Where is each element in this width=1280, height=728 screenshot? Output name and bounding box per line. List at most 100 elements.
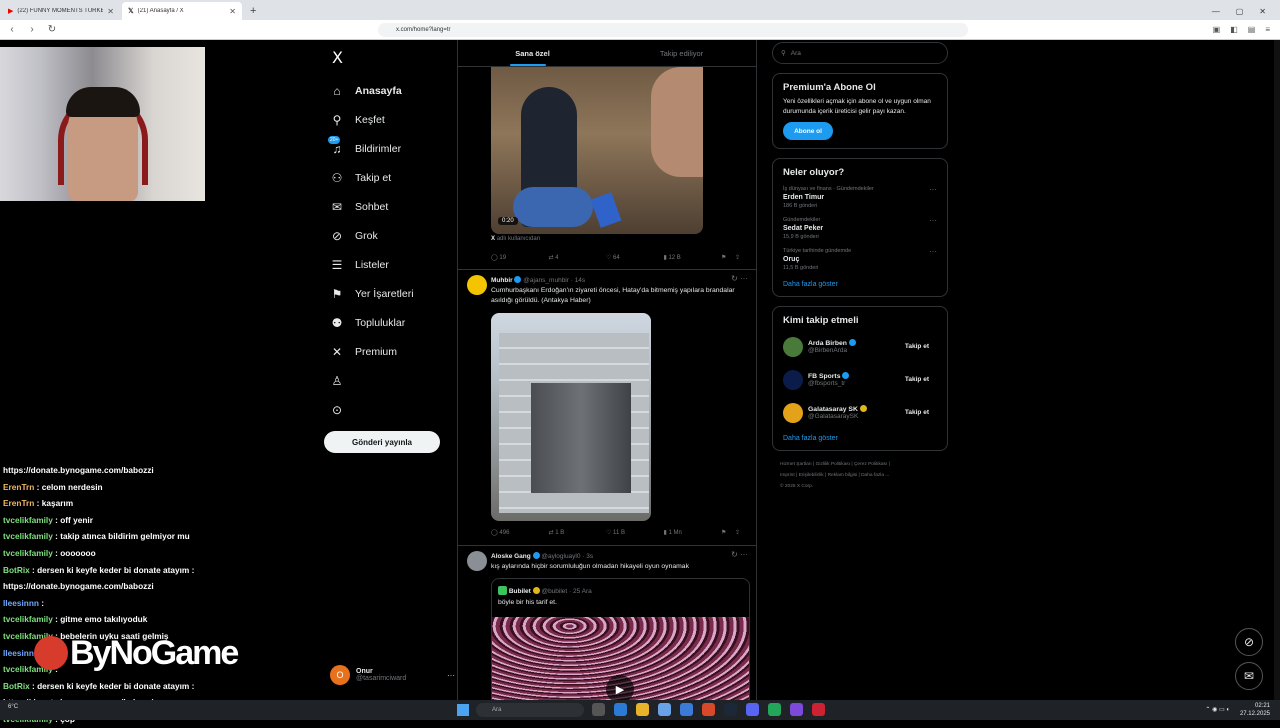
chat-username[interactable]: BotRix — [3, 681, 30, 691]
more-dots-icon[interactable]: ··· — [929, 247, 937, 256]
share-icon[interactable]: ⇪ — [735, 529, 749, 536]
folder-icon[interactable] — [636, 703, 649, 716]
back-icon[interactable]: ‹ — [4, 24, 20, 35]
footer-link[interactable]: Gizlilik Politikası — [816, 462, 850, 467]
sidebar-icon[interactable]: ◧ — [1230, 25, 1238, 34]
chat-username[interactable]: tvcelikfamily — [3, 531, 53, 541]
task-view-icon[interactable] — [592, 703, 605, 716]
tray-icons[interactable]: ⌃ ◉ ▭ ◐ — [1205, 706, 1230, 714]
grok-icon[interactable]: ⊘ — [1235, 628, 1263, 656]
app-icon[interactable] — [790, 703, 803, 716]
tab-following[interactable]: Takip ediliyor — [607, 40, 756, 66]
x-logo[interactable]: X — [332, 48, 456, 76]
search-input[interactable]: ⚲ Ara — [772, 42, 948, 64]
new-tab-button[interactable]: + — [242, 2, 264, 20]
views-button[interactable]: ▮ 12 B — [664, 254, 722, 261]
start-icon[interactable] — [457, 704, 469, 716]
chat-username[interactable]: lleesinnn — [3, 598, 39, 608]
bookmark-icon[interactable]: ⚑ — [721, 254, 735, 261]
url-field[interactable]: x.com/home?lang=tr — [378, 22, 968, 37]
follow-suggestion[interactable]: Arda Birben @BirbenArda Takip et — [783, 334, 937, 359]
clock-time[interactable]: 02:21 — [1240, 702, 1270, 710]
reload-icon[interactable]: ↻ — [44, 24, 60, 35]
follow-suggestion[interactable]: Galatasaray SK @GalatasaraySK Takip et — [783, 400, 937, 425]
edge-icon[interactable] — [614, 703, 627, 716]
chat-username[interactable]: tvcelikfamily — [3, 614, 53, 624]
menu-icon[interactable]: ≡ — [1265, 25, 1270, 34]
maximize-icon[interactable]: ▢ — [1236, 7, 1244, 16]
trend-item[interactable]: İş dünyası ve finans · Gündemdekiler Erd… — [783, 185, 937, 209]
mail-icon[interactable] — [680, 703, 693, 716]
post-button[interactable]: Gönderi yayınla — [324, 431, 440, 453]
forward-icon[interactable]: › — [24, 24, 40, 35]
nav-item-bookmarks[interactable]: ⚑ Yer İşaretleri — [322, 279, 456, 308]
retweet-button[interactable]: ⇄ 1 B — [549, 529, 607, 536]
views-button[interactable]: ▮ 1 Mn — [664, 529, 722, 536]
follow-button[interactable]: Takip et — [896, 371, 937, 388]
tweet-image[interactable] — [491, 313, 651, 521]
discord-icon[interactable] — [746, 703, 759, 716]
retweet-button[interactable]: ⇄ 4 — [549, 254, 607, 261]
trend-item[interactable]: Türkiye tarihinde gündemde Oruç 11,5 B g… — [783, 247, 937, 271]
weather-widget[interactable]: 6°C — [8, 704, 18, 710]
chat-username[interactable]: tvcelikfamily — [3, 515, 53, 525]
footer-link[interactable]: Daha fazla ... — [861, 473, 889, 478]
chat-username[interactable]: BotRix — [3, 565, 30, 575]
chat-username[interactable]: ErenTrn — [3, 482, 34, 492]
footer-link[interactable]: Reklam bilgisi — [828, 473, 858, 478]
more-dots-icon[interactable]: ··· — [447, 671, 455, 680]
nav-item-explore[interactable]: ⚲ Keşfet — [322, 105, 456, 134]
share-icon[interactable]: ⇪ — [735, 254, 749, 261]
nav-item-lists[interactable]: ☰ Listeler — [322, 250, 456, 279]
close-window-icon[interactable]: ✕ — [1259, 7, 1266, 16]
more-dots-icon[interactable]: ↻ ··· — [731, 274, 748, 283]
footer-link[interactable]: Imprint — [780, 473, 795, 478]
play-icon[interactable]: ▶ — [606, 675, 634, 700]
chat-username[interactable]: tvcelikfamily — [3, 548, 53, 558]
page-scrollbar[interactable] — [1274, 40, 1280, 700]
like-button[interactable]: ♡ 64 — [606, 254, 664, 261]
tab-x[interactable]: 𝕏 (21) Anasayfa / X ✕ — [122, 2, 242, 20]
brave-icon[interactable] — [702, 703, 715, 716]
clock-date[interactable]: 27.12.2025 — [1240, 710, 1270, 718]
like-button[interactable]: ♡ 11 B — [606, 529, 664, 536]
avatar[interactable] — [467, 275, 487, 295]
nav-item-profile[interactable]: ♙ — [322, 366, 456, 395]
follow-button[interactable]: Takip et — [896, 338, 937, 355]
more-dots-icon[interactable]: ↻ ··· — [731, 550, 748, 559]
nav-item-chat[interactable]: ✉ Sohbet — [322, 192, 456, 221]
footer-link[interactable]: Erişilebilirlik — [799, 473, 824, 478]
chat-username[interactable]: ErenTrn — [3, 498, 34, 508]
follow-suggestion[interactable]: FB Sports @fbsports_tr Takip et — [783, 367, 937, 392]
close-icon[interactable]: ✕ — [107, 7, 114, 16]
tab-youtube[interactable]: ▶ (22) FUNNY MOMENTS TÜRKEY - Yo ✕ — [2, 2, 120, 20]
nav-item-more[interactable]: ⊙ — [322, 395, 456, 424]
trend-item[interactable]: Gündemdekiler Sedat Peker 15,9 B gönderi… — [783, 216, 937, 240]
show-more-link[interactable]: Daha fazla göster — [783, 281, 937, 288]
taskbar-search[interactable]: Ara — [476, 703, 584, 717]
nav-item-premium[interactable]: ✕ Premium — [322, 337, 456, 366]
author-name[interactable]: Muhbir — [491, 277, 513, 284]
steam-icon[interactable] — [724, 703, 737, 716]
wallet-icon[interactable]: ▤ — [1248, 25, 1256, 34]
footer-link[interactable]: Hizmet Şartları — [780, 462, 812, 467]
nav-item-communities[interactable]: ⚉ Topluluklar — [322, 308, 456, 337]
more-dots-icon[interactable]: ··· — [929, 185, 937, 194]
nav-item-home[interactable]: ⌂ Anasayfa — [322, 76, 456, 105]
reply-button[interactable]: ◯ 19 — [491, 254, 549, 261]
app-icon[interactable] — [812, 703, 825, 716]
extensions-icon[interactable]: ▣ — [1213, 25, 1221, 34]
subscribe-button[interactable]: Abone ol — [783, 122, 833, 140]
mail-icon[interactable]: ✉ — [1235, 662, 1263, 690]
show-more-link[interactable]: Daha fazla göster — [783, 435, 937, 442]
footer-link[interactable]: Çerez Politikası — [854, 462, 887, 467]
avatar[interactable] — [467, 551, 487, 571]
nav-item-grok[interactable]: ⊘ Grok — [322, 221, 456, 250]
reply-button[interactable]: ◯ 496 — [491, 529, 549, 536]
close-icon[interactable]: ✕ — [229, 7, 236, 16]
chrome-icon[interactable] — [768, 703, 781, 716]
store-icon[interactable] — [658, 703, 671, 716]
tweet-video[interactable] — [491, 67, 703, 234]
minimize-icon[interactable]: — — [1212, 7, 1220, 16]
quoted-tweet[interactable]: Bubilet @bubilet · 25 Ara böyle bir his … — [491, 578, 750, 700]
